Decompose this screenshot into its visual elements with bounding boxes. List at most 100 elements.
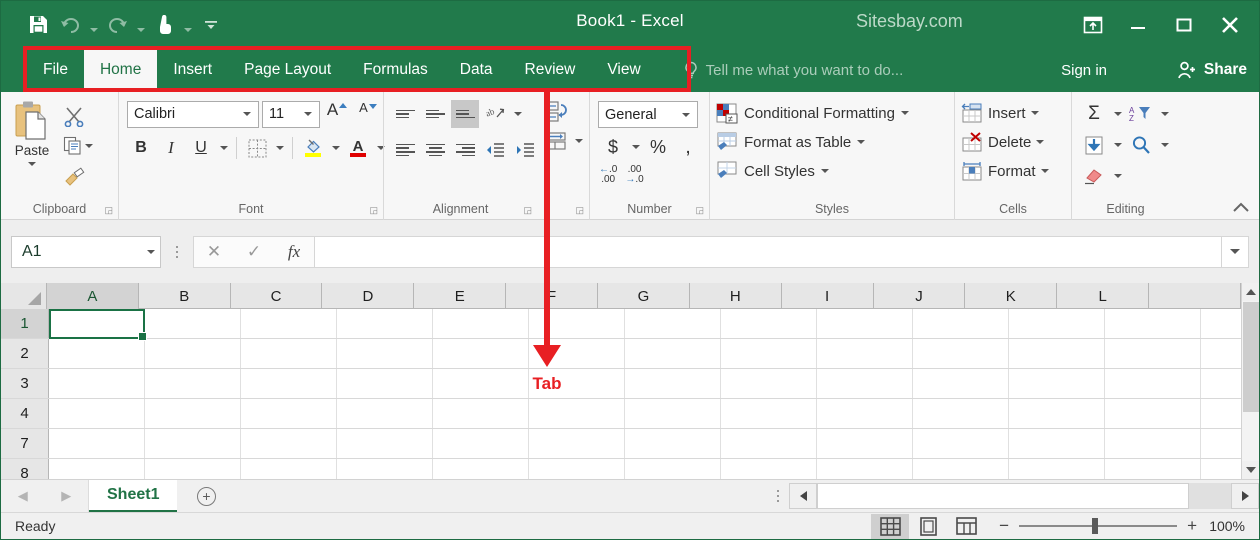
find-select-button[interactable]	[1127, 131, 1155, 159]
tab-formulas[interactable]: Formulas	[347, 48, 444, 92]
merge-dialog-launcher[interactable]: ◲	[575, 205, 584, 216]
middle-align-button[interactable]	[421, 100, 449, 128]
borders-dropdown-icon[interactable]	[273, 134, 286, 162]
cell-F3[interactable]	[529, 369, 625, 398]
vertical-scrollbar[interactable]	[1241, 283, 1259, 479]
accounting-dropdown-icon[interactable]	[629, 133, 642, 161]
cell-E2[interactable]	[433, 339, 529, 368]
cell-K7[interactable]	[1009, 429, 1105, 458]
wrap-text-button[interactable]	[543, 100, 583, 124]
close-icon[interactable]	[1207, 1, 1253, 48]
alignment-dialog-launcher[interactable]: ◲	[523, 205, 532, 216]
font-dialog-launcher[interactable]: ◲	[369, 205, 378, 216]
tab-insert[interactable]: Insert	[157, 48, 228, 92]
next-sheet-icon[interactable]: ▶	[61, 488, 71, 504]
increase-decimal-button[interactable]: ←.0.00	[599, 165, 617, 185]
page-layout-view-button[interactable]	[909, 514, 947, 539]
font-size-dropdown-icon[interactable]	[304, 112, 312, 116]
find-select-dropdown-icon[interactable]	[1158, 131, 1171, 159]
cell-A8[interactable]	[49, 459, 145, 479]
cell-L3[interactable]	[1105, 369, 1201, 398]
cell-K4[interactable]	[1009, 399, 1105, 428]
decrease-decimal-button[interactable]: .00 →.0	[625, 165, 643, 185]
cell-J7[interactable]	[913, 429, 1009, 458]
paste-dropdown-icon[interactable]	[28, 162, 36, 166]
align-right-button[interactable]	[451, 136, 479, 164]
cell-H3[interactable]	[721, 369, 817, 398]
cell-H8[interactable]	[721, 459, 817, 479]
top-align-button[interactable]	[391, 100, 419, 128]
page-break-preview-button[interactable]	[947, 514, 985, 539]
cell-E8[interactable]	[433, 459, 529, 479]
cell-D4[interactable]	[337, 399, 433, 428]
cell-C7[interactable]	[241, 429, 337, 458]
increase-font-size-button[interactable]: A	[323, 100, 351, 128]
cell-L1[interactable]	[1105, 309, 1201, 338]
tab-review[interactable]: Review	[509, 48, 592, 92]
underline-button[interactable]: U	[187, 134, 215, 162]
center-button[interactable]	[421, 136, 449, 164]
sheet-tab-sheet1[interactable]: Sheet1	[89, 480, 178, 512]
scroll-right-icon[interactable]	[1231, 483, 1259, 509]
column-header-B[interactable]: B	[139, 283, 231, 309]
cell-L7[interactable]	[1105, 429, 1201, 458]
percent-format-button[interactable]: %	[644, 133, 672, 161]
cancel-formula-icon[interactable]: ✕	[194, 237, 234, 267]
cell-B1[interactable]	[145, 309, 241, 338]
cell-I7[interactable]	[817, 429, 913, 458]
cell-B8[interactable]	[145, 459, 241, 479]
cell-I4[interactable]	[817, 399, 913, 428]
cell-C1[interactable]	[241, 309, 337, 338]
cell-F8[interactable]	[529, 459, 625, 479]
italic-button[interactable]: I	[157, 134, 185, 162]
format-dropdown-icon[interactable]	[1040, 169, 1049, 173]
zoom-level-label[interactable]: 100%	[1207, 518, 1259, 534]
undo-dropdown-icon[interactable]	[87, 9, 100, 41]
cell-A4[interactable]	[49, 399, 145, 428]
cell-A7[interactable]	[49, 429, 145, 458]
sort-filter-button[interactable]: A Z	[1127, 100, 1155, 128]
cell-B4[interactable]	[145, 399, 241, 428]
minimize-icon[interactable]	[1115, 1, 1161, 48]
conditional-formatting-button[interactable]: ≠ Conditional Formatting	[716, 100, 909, 126]
ribbon-display-options-icon[interactable]	[1071, 1, 1115, 48]
paste-button[interactable]: Paste	[1, 98, 63, 166]
scroll-left-icon[interactable]	[789, 483, 817, 509]
column-header-H[interactable]: H	[690, 283, 782, 309]
cell-E3[interactable]	[433, 369, 529, 398]
column-header-J[interactable]: J	[874, 283, 966, 309]
delete-dropdown-icon[interactable]	[1036, 140, 1045, 144]
number-dialog-launcher[interactable]: ◲	[695, 205, 704, 216]
insert-cells-button[interactable]: Insert	[961, 100, 1049, 126]
column-header-K[interactable]: K	[965, 283, 1058, 309]
conditional-formatting-dropdown-icon[interactable]	[900, 111, 909, 115]
cell-L2[interactable]	[1105, 339, 1201, 368]
cell-A3[interactable]	[49, 369, 145, 398]
autosum-button[interactable]: Σ	[1080, 100, 1108, 128]
cell-I1[interactable]	[817, 309, 913, 338]
underline-dropdown-icon[interactable]	[217, 134, 230, 162]
format-as-table-dropdown-icon[interactable]	[857, 140, 866, 144]
cell-K8[interactable]	[1009, 459, 1105, 479]
insert-dropdown-icon[interactable]	[1030, 111, 1039, 115]
font-size-combo[interactable]: 11	[262, 100, 320, 128]
horizontal-scroll-thumb[interactable]	[817, 483, 1189, 509]
horizontal-scroll-track[interactable]	[817, 483, 1231, 509]
zoom-out-button[interactable]: −	[999, 516, 1009, 536]
cell-H2[interactable]	[721, 339, 817, 368]
formula-input[interactable]	[314, 235, 1221, 268]
copy-dropdown-icon[interactable]	[85, 144, 93, 148]
touch-mode-dropdown-icon[interactable]	[181, 9, 194, 41]
cell-G1[interactable]	[625, 309, 721, 338]
tell-me-search[interactable]: Tell me what you want to do...	[683, 48, 903, 92]
format-painter-button[interactable]	[63, 162, 115, 190]
column-header-C[interactable]: C	[231, 283, 323, 309]
zoom-slider[interactable]	[1019, 518, 1178, 534]
column-header-G[interactable]: G	[598, 283, 690, 309]
expand-formula-bar-icon[interactable]	[1221, 235, 1249, 268]
insert-function-icon[interactable]: fx	[274, 237, 314, 267]
normal-view-button[interactable]	[871, 513, 910, 539]
column-header-A[interactable]: A	[46, 283, 139, 309]
cell-C4[interactable]	[241, 399, 337, 428]
comma-format-button[interactable]: ,	[674, 133, 702, 161]
